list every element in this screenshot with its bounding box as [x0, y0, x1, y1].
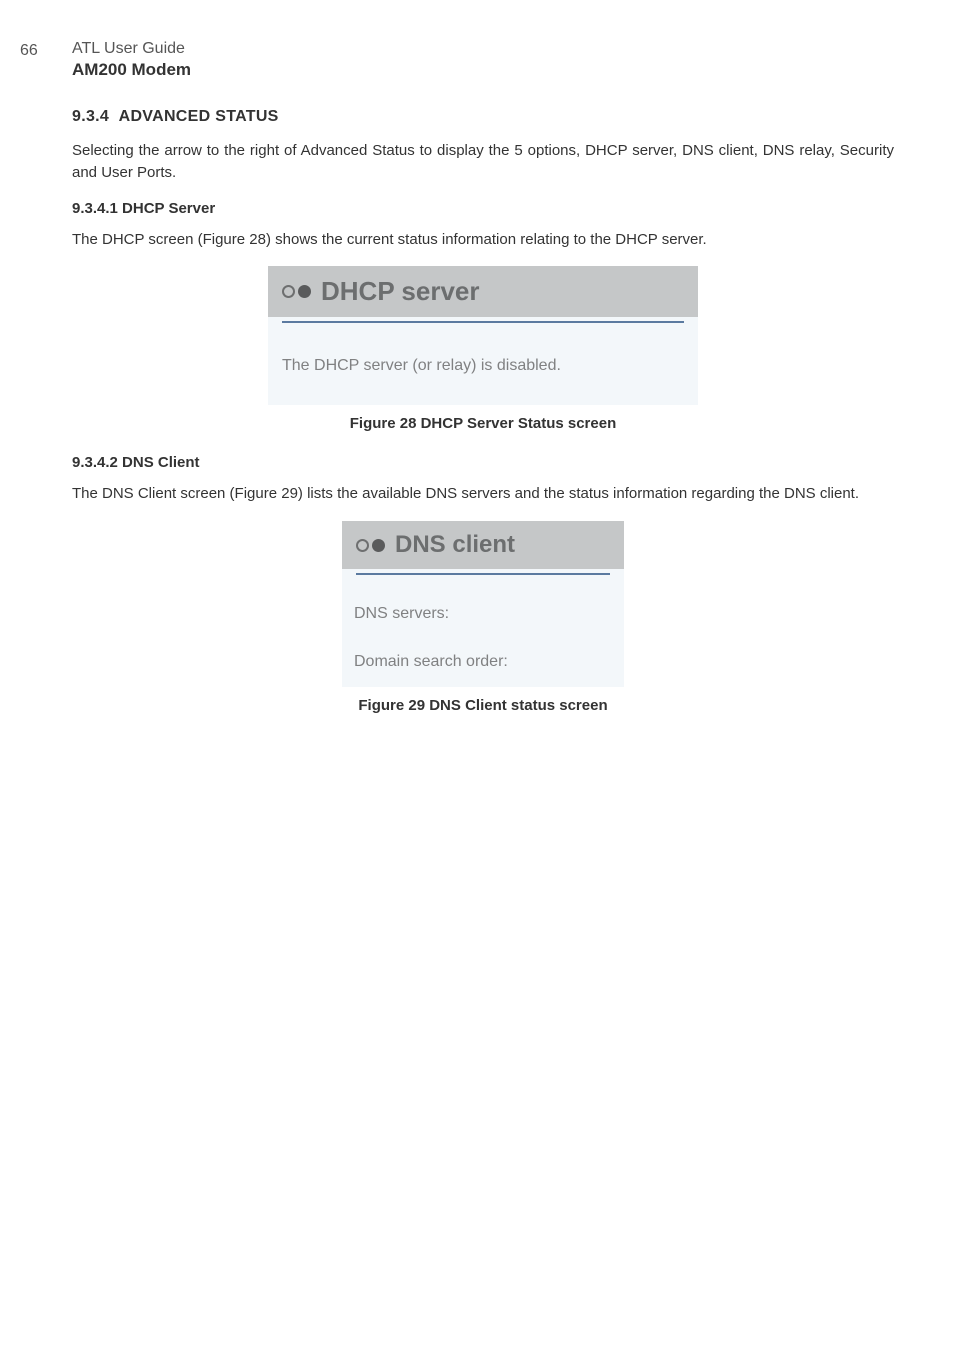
section-title: ADVANCED STATUS: [119, 108, 279, 125]
figure-29-caption: Figure 29 DNS Client status screen: [72, 697, 894, 714]
screenshot-line-2: Domain search order:: [354, 653, 610, 671]
section-intro: Selecting the arrow to the right of Adva…: [72, 140, 894, 184]
content-body: 9.3.4 ADVANCED STATUS Selecting the arro…: [72, 108, 894, 714]
screenshot-title: DHCP server: [321, 276, 480, 307]
dot-icon: [372, 539, 385, 552]
spacer: [354, 623, 610, 653]
subheading-dhcp: 9.3.4.1 DHCP Server: [72, 200, 894, 217]
screenshot-body-text: The DHCP server (or relay) is disabled.: [282, 357, 684, 375]
dot-icon: [298, 285, 311, 298]
page-number: 66: [20, 40, 72, 60]
figure-28-wrap: DHCP server The DHCP server (or relay) i…: [72, 266, 894, 432]
screenshot-body: DNS servers: Domain search order:: [342, 575, 624, 687]
header-titles: ATL User Guide AM200 Modem: [72, 40, 894, 80]
screenshot-title: DNS client: [395, 531, 515, 559]
figure-29-screenshot: DNS client DNS servers: Domain search or…: [342, 521, 624, 687]
sub1-number: 9.3.4.1: [72, 200, 118, 217]
dot-icon: [356, 539, 369, 552]
sub2-text: The DNS Client screen (Figure 29) lists …: [72, 483, 894, 505]
header-dots-icon: [356, 539, 385, 552]
sub1-text: The DHCP screen (Figure 28) shows the cu…: [72, 229, 894, 251]
sub2-number: 9.3.4.2: [72, 454, 118, 471]
page-header: 66 ATL User Guide AM200 Modem: [20, 40, 894, 80]
screenshot-body: The DHCP server (or relay) is disabled.: [268, 323, 698, 405]
figure-28-screenshot: DHCP server The DHCP server (or relay) i…: [268, 266, 698, 405]
figure-29-wrap: DNS client DNS servers: Domain search or…: [72, 521, 894, 714]
screenshot-header: DNS client: [342, 521, 624, 569]
sub2-title: DNS Client: [122, 454, 200, 471]
document-page: 66 ATL User Guide AM200 Modem 9.3.4 ADVA…: [0, 0, 954, 776]
guide-title: ATL User Guide: [72, 40, 894, 58]
section-heading: 9.3.4 ADVANCED STATUS: [72, 108, 894, 126]
dot-icon: [282, 285, 295, 298]
screenshot-line-1: DNS servers:: [354, 605, 610, 623]
subheading-dns: 9.3.4.2 DNS Client: [72, 454, 894, 471]
product-title: AM200 Modem: [72, 60, 894, 80]
screenshot-header: DHCP server: [268, 266, 698, 317]
figure-28-caption: Figure 28 DHCP Server Status screen: [72, 415, 894, 432]
sub1-title: DHCP Server: [122, 200, 215, 217]
section-number: 9.3.4: [72, 108, 109, 125]
header-dots-icon: [282, 285, 311, 298]
